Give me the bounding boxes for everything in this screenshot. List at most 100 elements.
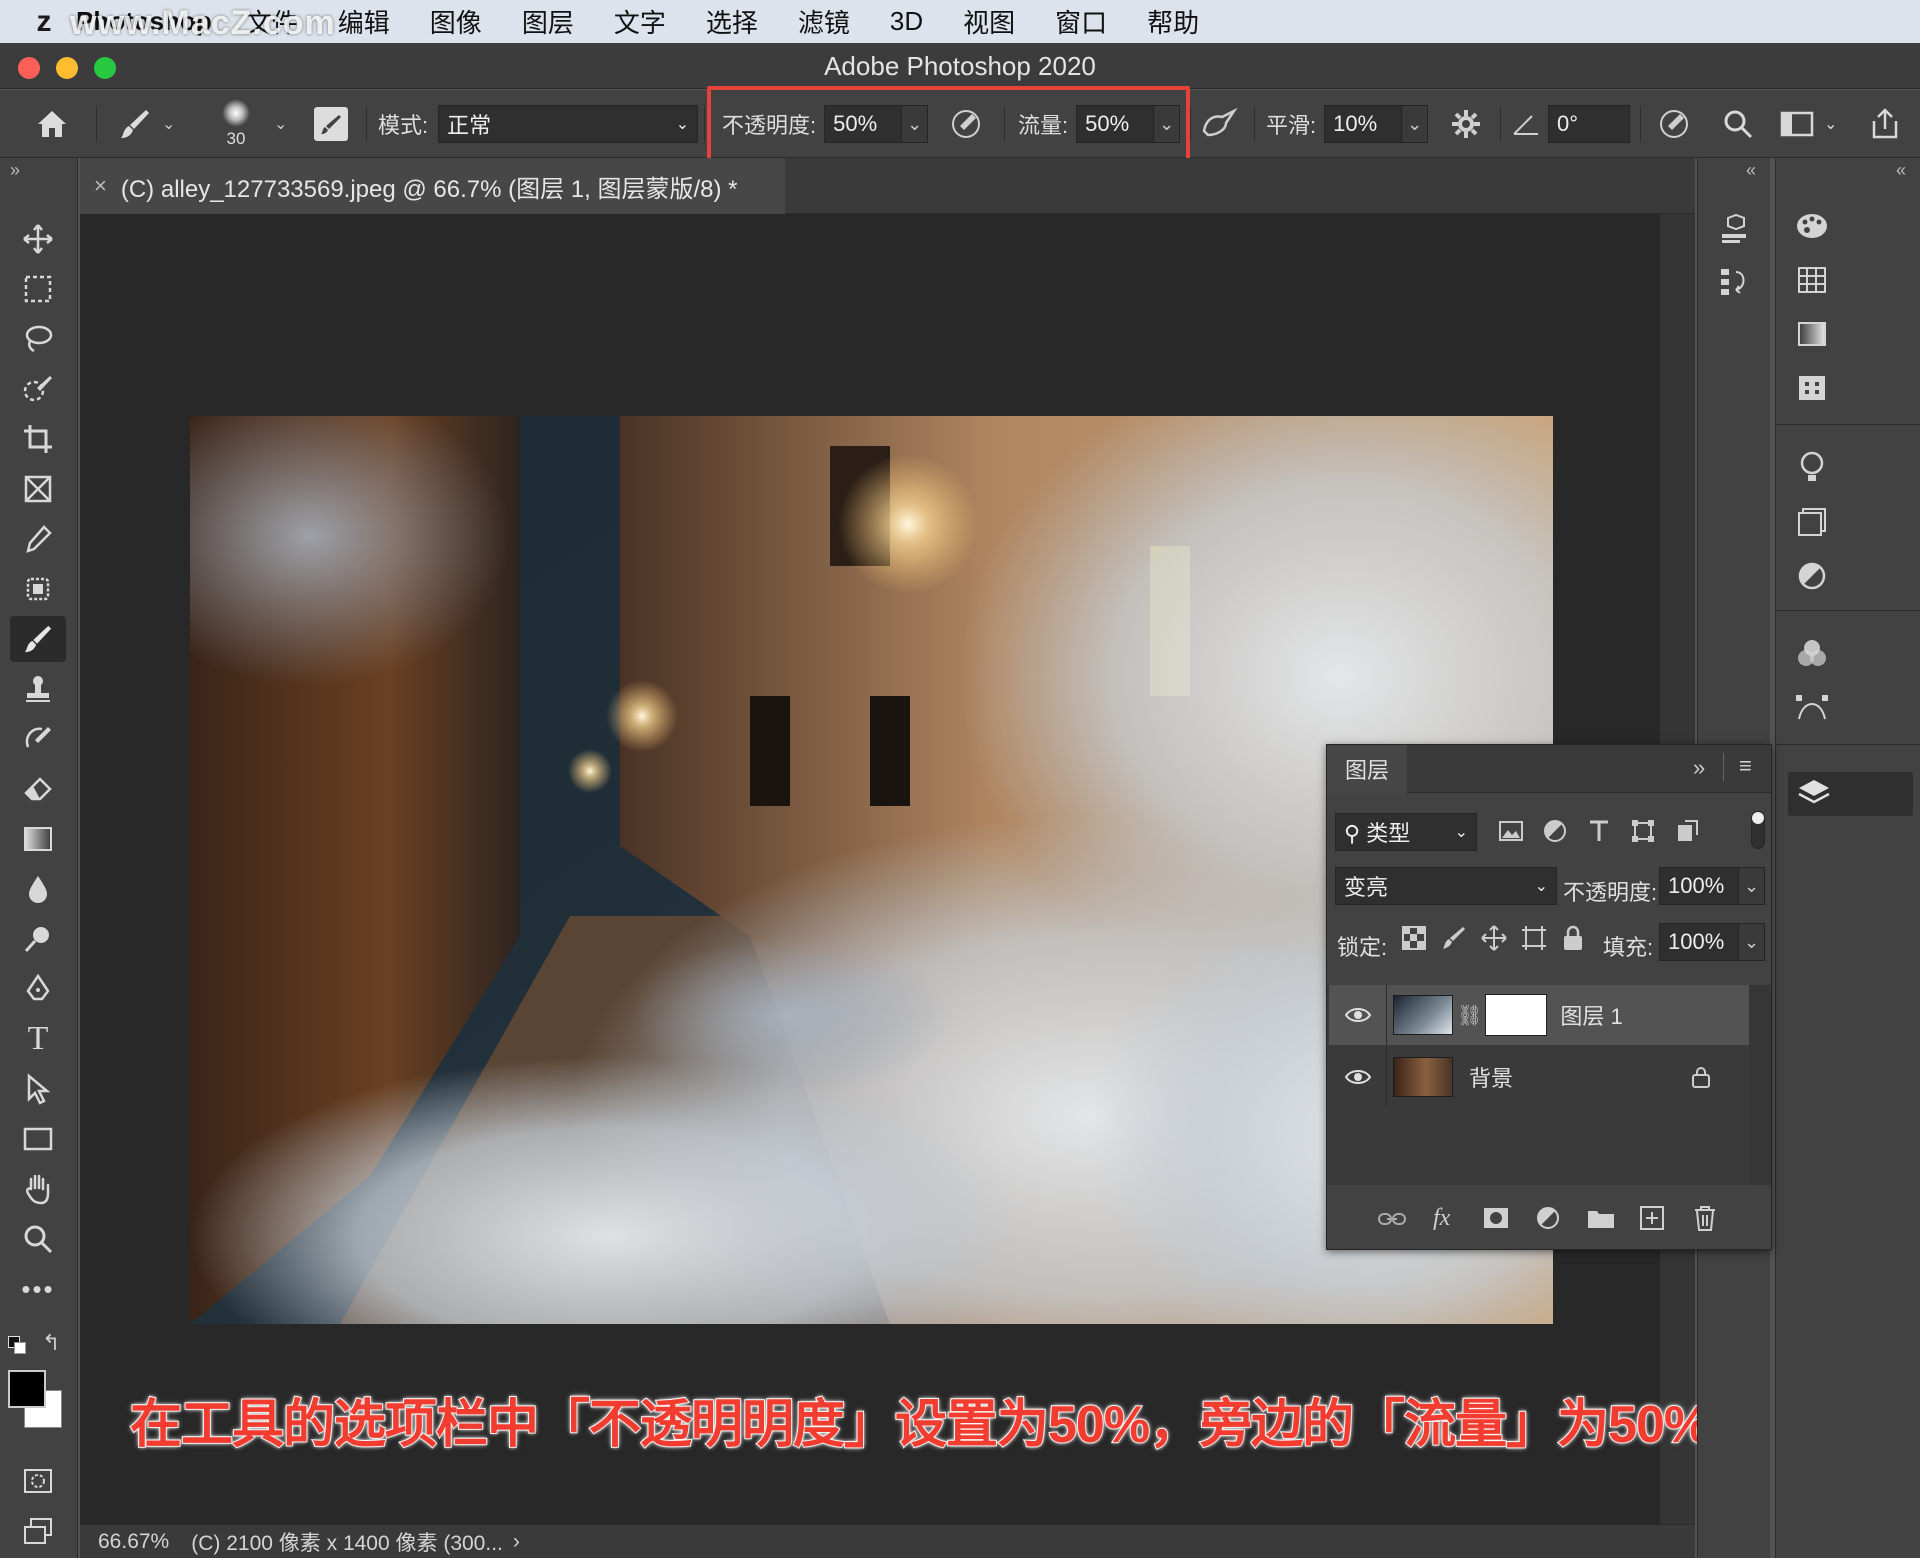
libraries-panel-button[interactable] <box>1788 500 1836 544</box>
clone-stamp-tool[interactable] <box>10 666 66 712</box>
document-tab[interactable]: × (C) alley_127733569.jpeg @ 66.7% (图层 1… <box>80 158 785 214</box>
swatches-panel-button[interactable] <box>1788 258 1836 302</box>
smoothing-dropdown-button[interactable]: ⌄ <box>1402 105 1429 143</box>
fx-icon[interactable]: fx <box>1433 1205 1450 1232</box>
healing-brush-tool[interactable] <box>10 566 66 612</box>
minimize-window-button[interactable] <box>56 57 78 79</box>
home-button[interactable] <box>34 90 70 158</box>
workspace-switcher[interactable]: ⌄ <box>1780 90 1837 158</box>
airbrush-button[interactable] <box>1200 90 1238 158</box>
filter-smart-object-icon[interactable] <box>1673 817 1701 845</box>
marquee-tool[interactable] <box>10 266 66 312</box>
add-mask-icon[interactable] <box>1483 1207 1509 1229</box>
patterns-panel-button[interactable] <box>1788 366 1836 410</box>
filter-type-icon[interactable] <box>1585 817 1613 845</box>
smoothing-input[interactable]: 10% <box>1324 105 1403 143</box>
filter-adjustment-icon[interactable] <box>1541 817 1569 845</box>
share-button[interactable] <box>1868 90 1902 158</box>
foreground-color-swatch[interactable] <box>8 1370 46 1408</box>
fill-input[interactable]: 100% <box>1659 923 1739 961</box>
filter-toggle-switch[interactable] <box>1751 811 1765 849</box>
layers-tab[interactable]: 图层 <box>1327 745 1407 793</box>
expand-panel-icon[interactable]: » <box>10 160 20 181</box>
mode-select[interactable]: 正常 ⌄ <box>438 105 699 143</box>
visibility-eye-icon[interactable] <box>1329 985 1387 1045</box>
menu-filter[interactable]: 滤镜 <box>798 3 850 40</box>
quick-mask-button[interactable] <box>10 1458 66 1504</box>
menu-image[interactable]: 图像 <box>430 3 482 40</box>
eyedropper-tool[interactable] <box>10 516 66 562</box>
quick-selection-tool[interactable] <box>10 366 66 412</box>
link-chain-icon[interactable]: ⛓ <box>1457 1003 1482 1028</box>
close-tab-icon[interactable]: × <box>94 173 107 199</box>
lock-position-icon[interactable] <box>1481 925 1507 951</box>
frame-tool[interactable] <box>10 466 66 512</box>
menu-window[interactable]: 窗口 <box>1055 3 1107 40</box>
color-panel-button[interactable] <box>1788 204 1836 248</box>
dodge-tool[interactable] <box>10 916 66 962</box>
folder-icon[interactable] <box>1587 1207 1615 1229</box>
layers-panel-button[interactable] <box>1788 772 1913 816</box>
menu-edit[interactable]: 编辑 <box>338 3 390 40</box>
layer-opacity-input[interactable]: 100% <box>1659 867 1739 905</box>
swap-colors-icon[interactable]: ↰ <box>42 1330 60 1356</box>
paths-panel-button[interactable] <box>1788 686 1836 730</box>
new-layer-icon[interactable] <box>1639 1205 1665 1231</box>
close-window-button[interactable] <box>18 57 40 79</box>
brush-angle-input[interactable]: 0° <box>1548 105 1630 143</box>
panel-menu-icon[interactable]: ≡ <box>1739 753 1752 779</box>
channels-panel-button[interactable] <box>1788 632 1836 676</box>
type-tool[interactable]: T <box>10 1016 66 1062</box>
screen-mode-button[interactable] <box>10 1508 66 1554</box>
default-colors-icon[interactable] <box>8 1336 28 1356</box>
collapse-panel-icon[interactable]: » <box>1693 755 1705 781</box>
lock-transparent-icon[interactable] <box>1401 925 1427 951</box>
pressure-size-button[interactable] <box>1656 90 1692 158</box>
layer-row[interactable]: 背景 <box>1329 1047 1749 1107</box>
layer-filter-select[interactable]: ⚲ 类型 ⌄ <box>1335 813 1477 851</box>
rectangle-tool[interactable] <box>10 1116 66 1162</box>
layer-list-scrollbar[interactable] <box>1749 985 1771 1185</box>
search-button[interactable] <box>1722 90 1754 158</box>
trash-icon[interactable] <box>1693 1205 1717 1231</box>
adjustment-layer-icon[interactable] <box>1535 1205 1561 1231</box>
zoom-window-button[interactable] <box>94 57 116 79</box>
layer-thumbnail[interactable] <box>1393 1057 1453 1097</box>
gradient-tool[interactable] <box>10 816 66 862</box>
gradients-panel-button[interactable] <box>1788 312 1836 356</box>
move-tool[interactable] <box>10 216 66 262</box>
3d-panel-button[interactable] <box>1710 208 1758 252</box>
chevron-down-icon[interactable]: ⌄ <box>274 90 287 158</box>
status-menu-arrow[interactable]: › <box>513 1530 520 1554</box>
path-selection-tool[interactable] <box>10 1066 66 1112</box>
menu-select[interactable]: 选择 <box>706 3 758 40</box>
visibility-eye-icon[interactable] <box>1329 1047 1387 1107</box>
menu-3d[interactable]: 3D <box>890 6 923 37</box>
lock-pixels-brush-icon[interactable] <box>1441 925 1467 951</box>
adjustments-panel-button[interactable] <box>1788 554 1836 598</box>
link-layers-icon[interactable] <box>1377 1209 1407 1229</box>
history-brush-tool[interactable] <box>10 716 66 762</box>
pen-tool[interactable] <box>10 966 66 1012</box>
blur-tool[interactable] <box>10 866 66 912</box>
collapse-panel-icon[interactable]: « <box>1896 160 1906 181</box>
eraser-tool[interactable] <box>10 766 66 812</box>
layer-mask-thumbnail[interactable] <box>1485 994 1548 1036</box>
menu-layer[interactable]: 图层 <box>522 3 574 40</box>
zoom-level[interactable]: 66.67% <box>98 1530 169 1554</box>
history-panel-button[interactable] <box>1710 260 1758 304</box>
brush-size-picker[interactable]: 30 <box>222 90 250 158</box>
hand-tool[interactable] <box>10 1166 66 1212</box>
menu-help[interactable]: 帮助 <box>1147 3 1199 40</box>
layer-thumbnail[interactable] <box>1393 995 1453 1035</box>
brush-settings-toggle[interactable] <box>314 90 348 158</box>
edit-toolbar-button[interactable]: ••• <box>10 1266 66 1312</box>
layer-row[interactable]: ⛓ 图层 1 <box>1329 985 1749 1045</box>
collapse-panel-icon[interactable]: « <box>1746 160 1756 181</box>
crop-tool[interactable] <box>10 416 66 462</box>
layer-opacity-dropdown[interactable]: ⌄ <box>1739 867 1765 905</box>
zoom-tool[interactable] <box>10 1216 66 1262</box>
tool-preset-picker[interactable]: ⌄ <box>118 90 175 158</box>
fill-dropdown[interactable]: ⌄ <box>1739 923 1765 961</box>
lock-artboard-icon[interactable] <box>1521 925 1547 951</box>
